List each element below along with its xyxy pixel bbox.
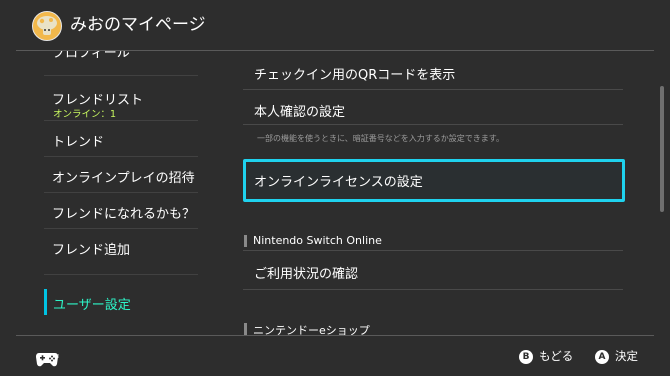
list-divider <box>243 124 623 125</box>
sidebar-divider <box>44 156 198 157</box>
qr-code-label: チェックイン用のQRコードを表示 <box>254 68 456 83</box>
sidebar-item-user-settings[interactable]: ユーザー設定 <box>44 286 198 318</box>
sidebar-item-trends[interactable]: トレンド <box>52 131 104 150</box>
active-indicator <box>44 289 47 315</box>
section-marker <box>244 235 247 247</box>
confirm-button[interactable]: A 決定 <box>595 348 638 364</box>
section-marker <box>244 323 247 335</box>
settings-panel: チェックイン用のQRコードを表示 本人確認の設定 一部の機能を使うときに、暗証番… <box>243 51 627 335</box>
section-title: ニンテンドーeショップ <box>253 324 370 335</box>
sidebar-item-suggested-friends[interactable]: フレンドになれるかも？ <box>52 203 195 222</box>
sidebar-divider <box>44 274 198 275</box>
qr-code-row[interactable]: チェックイン用のQRコードを表示 <box>243 51 623 91</box>
controller-icon <box>35 350 59 368</box>
sidebar-divider <box>44 192 198 193</box>
back-label: もどる <box>539 349 574 363</box>
mushroom-avatar-icon[interactable] <box>32 11 62 41</box>
usage-status-label: ご利用状況の確認 <box>254 267 359 282</box>
sidebar-divider <box>44 228 198 229</box>
a-button-icon: A <box>595 350 609 364</box>
sidebar: プロフィール フレンドリスト オンライン：1 トレンド オンラインプレイの招待 … <box>0 51 232 335</box>
identity-description: 一部の機能を使うときに、暗証番号などを入力するか設定できます。 <box>257 134 504 143</box>
sidebar-divider <box>44 75 198 76</box>
usage-status-row[interactable]: ご利用状況の確認 <box>243 251 623 289</box>
section-title: Nintendo Switch Online <box>253 234 382 247</box>
sidebar-divider <box>44 120 198 121</box>
online-count-label: オンライン：1 <box>53 109 117 120</box>
sidebar-item-profile[interactable]: プロフィール <box>52 51 130 61</box>
b-button-icon: B <box>519 350 533 364</box>
sidebar-item-add-friend[interactable]: フレンド追加 <box>52 239 130 258</box>
online-license-label: オンラインライセンスの設定 <box>254 175 423 190</box>
confirm-label: 決定 <box>615 349 638 363</box>
page-title: みおのマイページ <box>70 15 206 35</box>
sidebar-item-label: ユーザー設定 <box>53 298 131 313</box>
list-divider <box>243 289 623 290</box>
footer: B もどる A 決定 <box>0 336 670 376</box>
online-license-row[interactable]: オンラインライセンスの設定 <box>243 159 625 202</box>
identity-verification-row[interactable]: 本人確認の設定 <box>243 90 623 126</box>
header: みおのマイページ <box>0 0 670 50</box>
identity-verification-label: 本人確認の設定 <box>254 105 346 120</box>
scrollbar[interactable] <box>660 86 664 212</box>
back-button[interactable]: B もどる <box>519 348 573 364</box>
sidebar-item-online-invites[interactable]: オンラインプレイの招待 <box>52 167 195 186</box>
